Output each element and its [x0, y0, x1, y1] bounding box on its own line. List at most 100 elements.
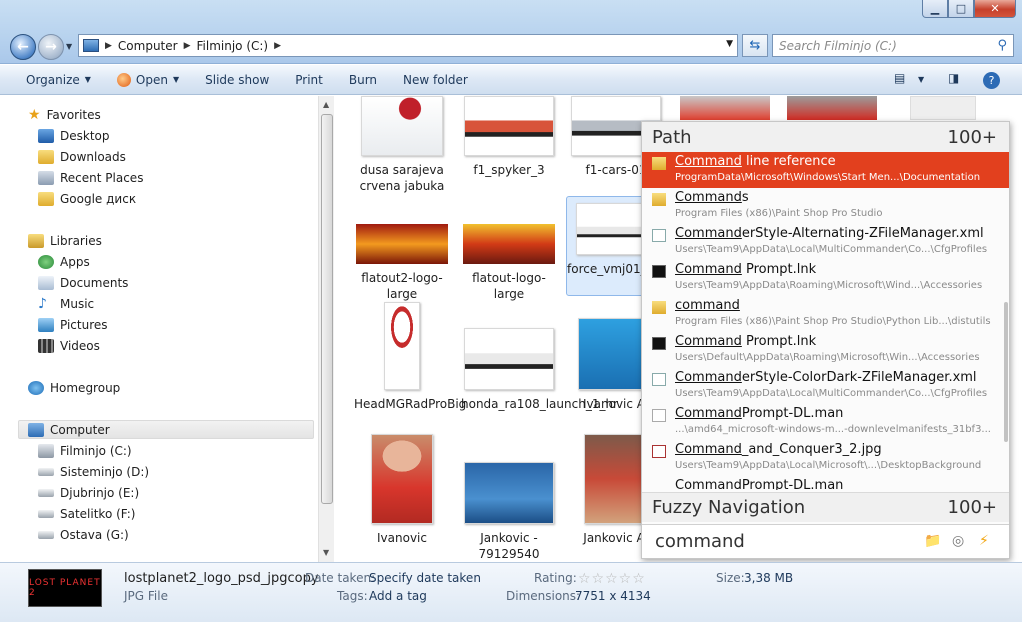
tags-label: Tags: — [337, 589, 368, 603]
search-input[interactable]: Search Filminjo (C:) ⚲ — [772, 34, 1014, 57]
thumbnail — [464, 96, 554, 156]
burn-button[interactable]: Burn — [336, 73, 390, 87]
thumbnail — [464, 328, 554, 390]
nav-item-apps[interactable]: Apps — [38, 253, 90, 271]
thumbnail — [578, 318, 650, 390]
close-button[interactable]: ✕ — [974, 0, 1016, 18]
match-text: Command — [675, 226, 742, 241]
query-input[interactable]: command 📁 ◎ ⚡ — [642, 524, 1009, 558]
thumbnail — [464, 462, 554, 524]
popup-scrollbar[interactable] — [1003, 152, 1009, 488]
file-item[interactable]: f1_spyker_3 — [461, 96, 557, 178]
chevron-down-icon[interactable]: ▼ — [918, 75, 924, 84]
tags-field[interactable]: Add a tag — [369, 589, 427, 603]
nav-libraries[interactable]: Libraries — [28, 232, 102, 250]
print-button[interactable]: Print — [282, 73, 336, 87]
slideshow-button[interactable]: Slide show — [192, 73, 282, 87]
result-item[interactable]: Command Prompt.lnk Users\Default\AppData… — [642, 332, 1009, 368]
nav-item-drive-f[interactable]: Satelitko (F:) — [38, 505, 136, 523]
nav-label: Desktop — [60, 129, 110, 143]
nav-item-desktop[interactable]: Desktop — [38, 127, 110, 145]
new-folder-button[interactable]: New folder — [390, 73, 481, 87]
search-icon[interactable]: ⚲ — [997, 38, 1007, 53]
nav-computer[interactable]: Computer — [28, 421, 110, 439]
result-item[interactable]: Command line reference ProgramData\Micro… — [642, 152, 1009, 188]
forward-button[interactable]: → — [38, 34, 64, 60]
nav-item-drive-d[interactable]: Sisteminjo (D:) — [38, 463, 149, 481]
file-label: Ivanovic A — [583, 397, 645, 411]
settings-icon[interactable]: ◎ — [952, 533, 968, 549]
result-item[interactable]: CommandPrompt-DL.man ...\amd64_microsoft… — [642, 404, 1009, 440]
file-item[interactable]: dusa sarajeva crvena jabuka — [354, 96, 450, 194]
file-item[interactable]: Ivanovic — [354, 434, 450, 546]
bookmark-icon[interactable]: 📁 — [924, 533, 941, 549]
chevron-down-icon[interactable]: ▼ — [726, 39, 733, 49]
drive-icon — [38, 510, 54, 518]
result-item[interactable]: CommanderStyle-ColorDark-ZFileManager.xm… — [642, 368, 1009, 404]
result-item[interactable]: CommandPrompt-DL.man — [642, 476, 1009, 490]
breadcrumb-computer[interactable]: Computer — [118, 39, 178, 53]
preview-pane-icon[interactable]: ◨ — [948, 71, 959, 85]
nav-label: Libraries — [50, 234, 102, 248]
scroll-up-icon[interactable]: ▲ — [323, 100, 329, 109]
maximize-button[interactable]: □ — [948, 0, 974, 18]
file-label: Jankovic A — [583, 531, 645, 545]
result-item[interactable]: Commands Program Files (x86)\Paint Shop … — [642, 188, 1009, 224]
thumbnail[interactable] — [910, 96, 976, 120]
nav-item-recent-places[interactable]: Recent Places — [38, 169, 143, 187]
back-button[interactable]: ← — [10, 34, 36, 60]
recent-places-icon — [38, 171, 54, 185]
address-bar[interactable]: ▶ Computer ▶ Filminjo (C:) ▶ ▼ — [78, 34, 738, 57]
refresh-button[interactable]: ⇆ — [742, 34, 768, 57]
scrollbar-thumb[interactable] — [1004, 302, 1008, 442]
result-item[interactable]: Command Prompt.lnk Users\Team9\AppData\R… — [642, 260, 1009, 296]
nav-label: Videos — [60, 339, 100, 353]
nav-scrollbar[interactable]: ▲ ▼ — [318, 96, 334, 562]
result-item[interactable]: CommanderStyle-Alternating-ZFileManager.… — [642, 224, 1009, 260]
file-item[interactable]: honda_ra108_launch_1_hr — [461, 328, 618, 412]
breadcrumb-separator[interactable]: ▶ — [105, 41, 112, 51]
recent-pages-dropdown[interactable]: ▼ — [66, 42, 72, 51]
system-drive-icon — [38, 444, 54, 458]
lightning-icon[interactable]: ⚡ — [979, 533, 995, 549]
image-file-icon — [652, 445, 666, 458]
file-item[interactable]: flatout2-logo-large — [354, 220, 450, 302]
nav-item-downloads[interactable]: Downloads — [38, 148, 126, 166]
computer-icon — [28, 423, 44, 437]
result-item[interactable]: command Program Files (x86)\Paint Shop P… — [642, 296, 1009, 332]
nav-item-drive-e[interactable]: Djubrinjo (E:) — [38, 484, 139, 502]
file-item[interactable]: HeadMGRadProBig — [354, 302, 466, 412]
organize-button[interactable]: Organize ▼ — [13, 73, 104, 87]
minimize-button[interactable]: ▁ — [922, 0, 948, 18]
navigation-pane: ★ Favorites Desktop Downloads Recent Plac… — [0, 96, 318, 562]
result-item[interactable]: Command_and_Conquer3_2.jpg Users\Team9\A… — [642, 440, 1009, 476]
nav-item-videos[interactable]: Videos — [38, 337, 100, 355]
breadcrumb-separator[interactable]: ▶ — [184, 41, 191, 51]
scroll-down-icon[interactable]: ▼ — [323, 548, 329, 557]
breadcrumb-drive[interactable]: Filminjo (C:) — [197, 39, 269, 53]
breadcrumb-separator[interactable]: ▶ — [274, 41, 281, 51]
nav-item-music[interactable]: ♪ Music — [38, 295, 94, 313]
command-prompt-icon — [652, 337, 666, 350]
file-item[interactable]: Jankovic - 79129540 — [461, 462, 557, 562]
file-item[interactable]: flatout-logo-large — [461, 220, 557, 302]
open-button[interactable]: Open ▼ — [104, 72, 192, 87]
change-view-icon[interactable]: ▤ — [894, 71, 905, 85]
nav-favorites[interactable]: ★ Favorites — [28, 106, 101, 124]
nav-item-google-drive[interactable]: Google диск — [38, 190, 136, 208]
nav-item-documents[interactable]: Documents — [38, 274, 128, 292]
nav-item-pictures[interactable]: Pictures — [38, 316, 108, 334]
nav-item-drive-g[interactable]: Ostava (G:) — [38, 526, 129, 544]
nav-item-drive-c[interactable]: Filminjo (C:) — [38, 442, 132, 460]
date-taken-field[interactable]: Specify date taken — [369, 571, 481, 585]
thumbnail[interactable] — [787, 96, 877, 120]
scrollbar-thumb[interactable] — [321, 114, 333, 504]
open-label: Open — [135, 72, 168, 87]
thumbnail[interactable] — [680, 96, 770, 120]
dimensions-value: 7751 x 4134 — [575, 589, 651, 603]
xml-file-icon — [652, 373, 666, 386]
help-icon[interactable]: ? — [983, 72, 1000, 89]
rating-stars[interactable]: ☆☆☆☆☆ — [578, 571, 646, 587]
nav-homegroup[interactable]: Homegroup — [28, 379, 120, 397]
nav-label: Satelitko (F:) — [60, 507, 136, 521]
